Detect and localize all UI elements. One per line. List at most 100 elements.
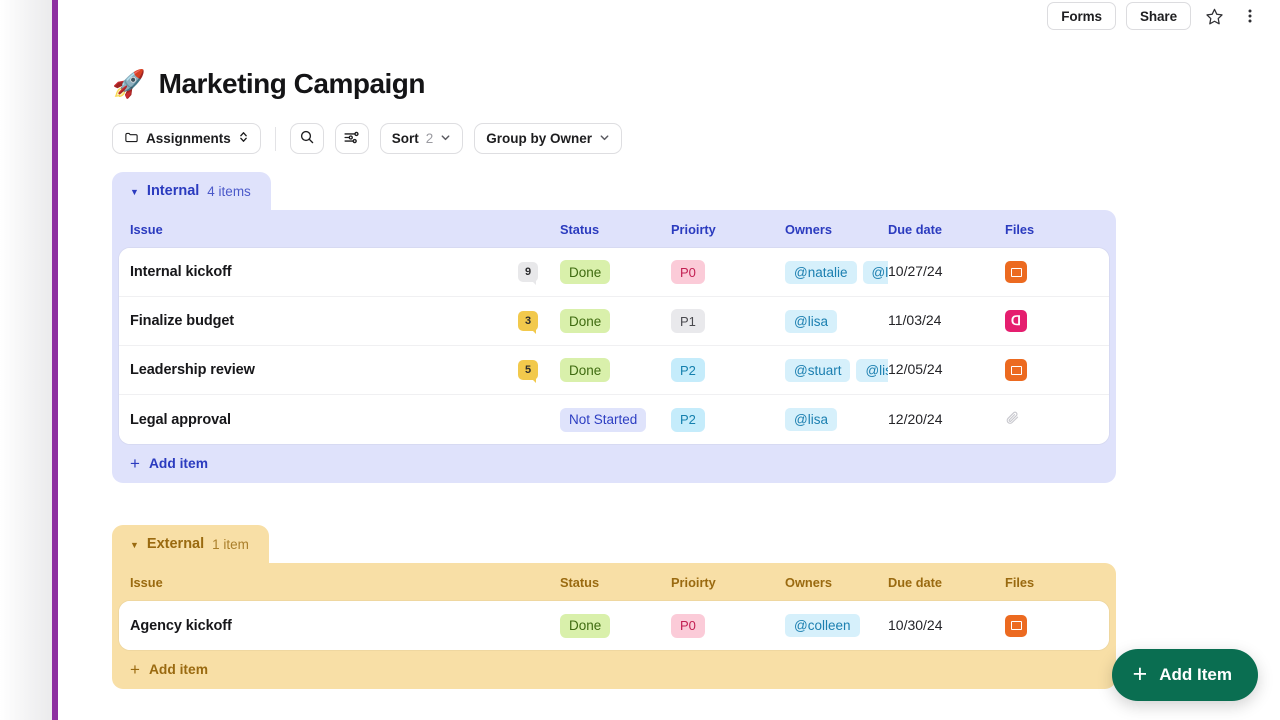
owner-chip[interactable]: @natalie [785, 260, 857, 284]
table-row[interactable]: Agency kickoff Done P0 @colleen 10/30/24 [119, 601, 1109, 650]
add-item-fab[interactable]: + Add Item [1111, 649, 1258, 701]
column-header-status: Status [560, 574, 600, 590]
due-date-value[interactable]: 10/27/24 [888, 263, 943, 279]
share-button[interactable]: Share [1125, 2, 1191, 30]
group-header-external[interactable]: ▼ External 1 item [112, 525, 269, 563]
column-header-files: Files [1005, 221, 1035, 237]
owner-chip[interactable]: @lisa [785, 408, 837, 431]
priority-badge[interactable]: P2 [671, 407, 705, 432]
table-row[interactable]: Internal kickoff 9 Done P0 @natalie@lisa10/2… [119, 248, 1109, 297]
chevron-down-icon [599, 131, 610, 146]
due-date-value[interactable]: 10/30/24 [888, 617, 943, 633]
column-header-status: Status [560, 221, 600, 237]
add-item-label: Add item [148, 456, 208, 471]
app-window: Forms Share 🚀 Marketing Campaign Assignm… [0, 0, 1280, 720]
comment-count-badge[interactable]: 9 [518, 262, 538, 285]
priority-badge[interactable]: P0 [671, 260, 705, 284]
cell-owners: @natalie@lisa [785, 260, 888, 284]
owner-chip[interactable]: @lisa [856, 358, 888, 382]
cell-issue: Internal kickoff 9 [130, 262, 560, 285]
filter-sliders-icon [343, 129, 360, 149]
owner-chip[interactable]: @lisa [785, 309, 837, 333]
cell-priority: P0 [671, 260, 785, 284]
add-item-external[interactable]: + Add item [112, 650, 1116, 689]
owner-chip[interactable]: @colleen [785, 614, 860, 637]
sort-button[interactable]: Sort 2 [379, 123, 464, 154]
cell-owners: @lisa [785, 309, 888, 333]
search-icon [299, 129, 315, 148]
table-row[interactable]: Leadership review 5 Done P2 @stuart@lisa12/0… [119, 346, 1109, 395]
cell-files [1005, 410, 1075, 429]
table-row[interactable]: Finalize budget 3 Done P1 @lisa 11/03/24 ᗡ [119, 297, 1109, 346]
issue-title: Agency kickoff [130, 617, 232, 634]
powerpoint-file-icon[interactable] [1005, 614, 1027, 637]
page-title: 🚀 Marketing Campaign [112, 68, 426, 100]
status-badge[interactable]: Done [560, 358, 611, 382]
collapse-caret-icon[interactable]: ▼ [130, 187, 139, 197]
status-badge[interactable]: Done [560, 613, 611, 638]
due-date-value[interactable]: 11/03/24 [888, 312, 941, 328]
table-row[interactable]: Legal approval Not Started P2 @lisa 12/20/24 [119, 395, 1109, 444]
top-bar: Forms Share [1047, 0, 1263, 32]
comment-count-badge[interactable]: 5 [518, 360, 538, 383]
column-header-files: Files [1005, 574, 1035, 590]
group-by-button[interactable]: Group by Owner [474, 123, 623, 154]
column-header-owners: Owners [785, 574, 832, 590]
issue-title: Legal approval [130, 411, 231, 428]
issue-title: Leadership review [130, 362, 255, 378]
rocket-emoji-icon: 🚀 [112, 68, 146, 99]
star-icon[interactable] [1201, 3, 1227, 29]
cell-due-date: 10/27/24 [888, 263, 1005, 281]
collapse-caret-icon[interactable]: ▼ [130, 540, 139, 550]
cell-status: Done [560, 358, 671, 382]
group-body-external: Issue Status Prioirty Owners Due date Fi… [112, 563, 1116, 689]
cell-status: Done [560, 309, 671, 333]
status-badge[interactable]: Done [560, 260, 611, 284]
owner-chip[interactable]: @lisa [862, 260, 888, 284]
filter-button[interactable] [334, 123, 369, 154]
view-selector-label: Assignments [146, 131, 231, 146]
kebab-menu-icon[interactable] [1237, 3, 1263, 29]
issue-title: Finalize budget [130, 313, 235, 329]
cell-status: Done [560, 260, 671, 284]
powerpoint-file-icon[interactable] [1005, 261, 1027, 283]
powerpoint-file-icon[interactable] [1005, 359, 1027, 381]
group-name: External [146, 536, 205, 552]
cell-status: Done [560, 613, 671, 638]
paperclip-icon[interactable] [1005, 410, 1075, 429]
priority-badge[interactable]: P1 [671, 309, 705, 333]
left-gutter [0, 0, 52, 720]
cell-priority: P2 [671, 358, 785, 382]
rows-container-internal: Internal kickoff9DoneP0@natalie@lisa10/2… [119, 248, 1109, 444]
forms-button[interactable]: Forms [1047, 2, 1116, 30]
group-name: Internal [146, 183, 200, 199]
group-header-internal[interactable]: ▼ Internal 4 items [112, 172, 271, 210]
view-selector-assignments[interactable]: Assignments [112, 123, 261, 154]
issue-title: Internal kickoff [130, 264, 232, 280]
due-date-value[interactable]: 12/05/24 [888, 361, 943, 377]
add-item-fab-label: Add Item [1159, 665, 1232, 684]
column-header-priority: Prioirty [671, 221, 716, 237]
comment-count-badge[interactable]: 3 [518, 311, 538, 334]
page-canvas: Forms Share 🚀 Marketing Campaign Assignm… [58, 0, 1280, 720]
pdf-file-icon[interactable]: ᗡ [1005, 310, 1027, 332]
owner-chip[interactable]: @stuart [785, 358, 851, 382]
status-badge[interactable]: Done [560, 309, 611, 333]
cell-files [1005, 359, 1075, 381]
column-header-row: Issue Status Prioirty Owners Due date Fi… [112, 210, 1116, 248]
due-date-value[interactable]: 12/20/24 [888, 411, 943, 427]
comment-count-value: 9 [524, 266, 532, 278]
add-item-internal[interactable]: + Add item [112, 444, 1116, 483]
cell-files: ᗡ [1005, 310, 1075, 332]
cell-owners: @stuart@lisa [785, 358, 888, 382]
cell-files [1005, 261, 1075, 283]
cell-due-date: 10/30/24 [888, 617, 1005, 635]
priority-badge[interactable]: P2 [671, 358, 705, 382]
rows-container-external: Agency kickoff Done P0 @colleen 10/30/24 [119, 601, 1109, 650]
cell-priority: P2 [671, 407, 785, 432]
column-header-owners: Owners [785, 221, 832, 237]
status-badge[interactable]: Not Started [560, 407, 647, 432]
group-body-internal: Issue Status Prioirty Owners Due date Fi… [112, 210, 1116, 483]
priority-badge[interactable]: P0 [671, 613, 705, 638]
search-button[interactable] [289, 123, 324, 154]
